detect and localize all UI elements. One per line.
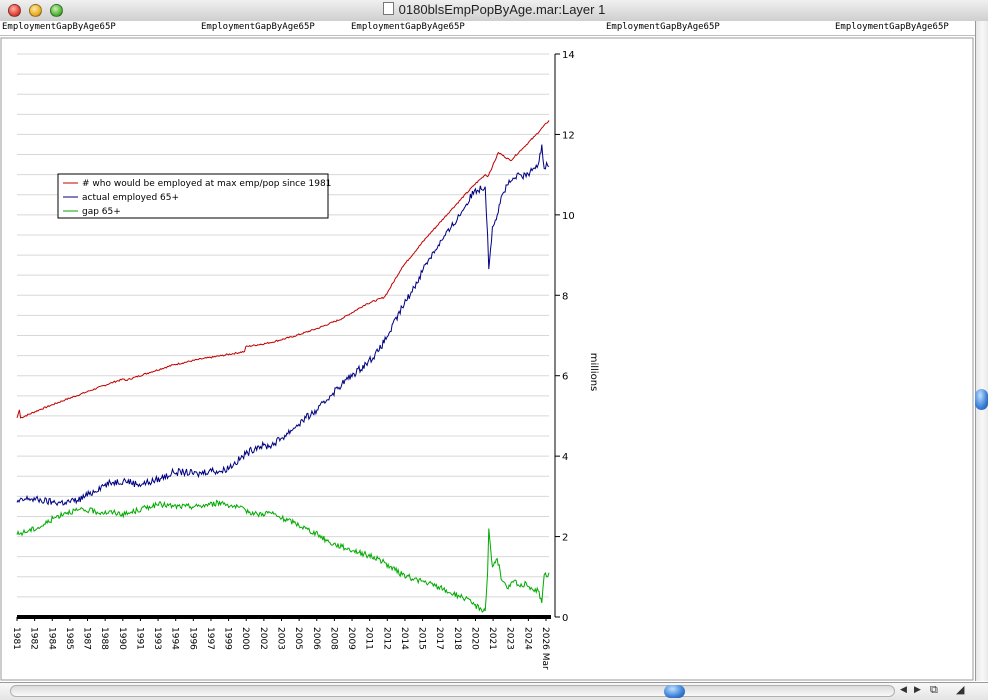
x-tick-label: 1988 <box>99 627 109 650</box>
x-tick-label: 2017 <box>434 627 444 650</box>
legend: # who would be employed at max emp/pop s… <box>57 173 331 219</box>
x-tick-label: 1991 <box>134 627 144 650</box>
x-tick-label: 1982 <box>29 627 39 650</box>
x-tick-label: 2009 <box>346 627 356 650</box>
ruler-label: EmploymentGapByAge65P <box>2 22 116 32</box>
horizontal-scroll-thumb[interactable] <box>664 685 685 698</box>
x-tick-label: 2024 <box>522 627 532 650</box>
x-tick-label: 2014 <box>399 627 409 650</box>
window-titlebar[interactable]: 0180blsEmpPopByAge.mar:Layer 1 <box>0 0 988 22</box>
x-tick-label: 2000 <box>240 627 250 650</box>
x-tick-label: 2012 <box>381 627 391 650</box>
ruler-label: EmploymentGapByAge65P <box>201 22 315 32</box>
y-tick-label: 2 <box>562 533 568 544</box>
x-tick-label: 1999 <box>223 627 233 650</box>
x-tick-label: 1984 <box>46 627 56 650</box>
x-tick-label: 2020 <box>469 627 479 650</box>
x-tick-label: 1987 <box>82 627 92 650</box>
collapse-icon[interactable]: ⧉ <box>930 683 938 697</box>
scroll-right-icon[interactable]: ▶ <box>914 685 921 695</box>
y-tick-label: 8 <box>562 291 568 302</box>
layer-ruler: EmploymentGapByAge65P EmploymentGapByAge… <box>0 21 975 36</box>
y-axis-label: millions <box>588 353 599 392</box>
y-tick-label: 12 <box>562 130 575 141</box>
x-tick-label: 1981 <box>11 627 21 650</box>
x-tick-label: 2011 <box>364 627 374 650</box>
x-tick-label: 2005 <box>293 627 303 650</box>
resize-icon[interactable]: ◢ <box>956 683 964 696</box>
x-tick-label: 2023 <box>505 627 515 650</box>
x-tick-label: 1996 <box>187 627 197 650</box>
x-tick-label: 2006 <box>311 627 321 650</box>
document-icon <box>382 2 394 15</box>
horizontal-scrollbar[interactable]: ◀ ▶ ⧉ ◢ <box>0 682 988 700</box>
chart-canvas: 0 2 4 6 8 10 12 14 1981 1982 1984 1985 1987 1988 1990… <box>0 37 974 681</box>
window-title: 0180blsEmpPopByAge.mar:Layer 1 <box>398 2 606 17</box>
horizontal-scroll-track[interactable] <box>10 685 895 697</box>
y-tick-label: 10 <box>562 211 575 222</box>
y-tick-label: 0 <box>562 613 568 624</box>
x-tick-label: 1993 <box>152 627 162 650</box>
y-tick-label: 4 <box>562 452 568 463</box>
scroll-left-icon[interactable]: ◀ <box>900 685 907 695</box>
y-tick-label: 6 <box>562 372 568 383</box>
series-line-max <box>16 120 550 419</box>
x-tick-label: 2015 <box>417 627 427 650</box>
vertical-scrollbar[interactable] <box>975 21 988 681</box>
x-tick-label: 2002 <box>258 627 268 650</box>
legend-entry: gap 65+ <box>82 207 121 217</box>
x-tick-label: 2003 <box>276 627 286 650</box>
ruler-label: EmploymentGapByAge65P <box>835 22 949 32</box>
legend-entry: actual employed 65+ <box>82 193 179 203</box>
x-tick-label: 2021 <box>487 627 497 650</box>
x-tick-label: 1990 <box>117 627 127 650</box>
x-tick-label: 1994 <box>170 627 180 650</box>
x-tick-label: 1997 <box>205 627 215 650</box>
x-tick-label: 2008 <box>328 627 338 650</box>
ruler-label: EmploymentGapByAge65P <box>606 22 720 32</box>
x-tick-label: 2018 <box>452 627 462 650</box>
vertical-scroll-thumb[interactable] <box>975 389 988 410</box>
ruler-label: EmploymentGapByAge65P <box>351 22 465 32</box>
x-tick-label: 1985 <box>64 627 74 650</box>
legend-entry: # who would be employed at max emp/pop s… <box>82 179 331 189</box>
x-tick-label: 2026 Mar <box>540 627 550 670</box>
y-tick-label: 14 <box>562 50 575 61</box>
